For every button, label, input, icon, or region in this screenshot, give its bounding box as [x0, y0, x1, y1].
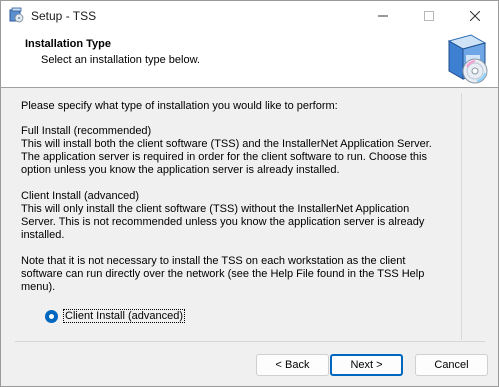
- window-title: Setup - TSS: [31, 9, 97, 23]
- maximize-button[interactable]: [406, 1, 452, 30]
- page-subtitle: Select an installation type below.: [41, 54, 200, 66]
- full-install-description: Full Install (recommended) This will ins…: [21, 125, 432, 176]
- network-note: Note that it is not necessary to install…: [21, 255, 425, 293]
- setup-app-icon: [8, 7, 24, 23]
- back-button[interactable]: < Back: [256, 354, 329, 376]
- setup-box-cd-icon: [441, 31, 493, 85]
- close-button[interactable]: [452, 1, 498, 30]
- client-install-radio-label[interactable]: Client Install (advanced): [63, 309, 186, 323]
- client-install-description: Client Install (advanced) This will only…: [21, 190, 425, 241]
- radio-selected-icon[interactable]: [45, 309, 58, 323]
- next-button[interactable]: Next >: [330, 354, 403, 376]
- title-bar[interactable]: Setup - TSS: [1, 1, 498, 30]
- minimize-icon: [378, 15, 388, 16]
- intro-text: Please specify what type of installation…: [21, 100, 338, 112]
- client-install-option[interactable]: Client Install (advanced): [45, 308, 186, 324]
- footer-divider: [15, 341, 485, 342]
- page-title: Installation Type: [25, 38, 111, 50]
- minimize-button[interactable]: [360, 1, 406, 30]
- wizard-header: Installation Type Select an installation…: [1, 30, 498, 88]
- maximize-icon: [424, 10, 434, 21]
- setup-window: Setup - TSS Installation Type Select an …: [0, 0, 499, 387]
- close-icon: [470, 10, 480, 21]
- cancel-button[interactable]: Cancel: [415, 354, 488, 376]
